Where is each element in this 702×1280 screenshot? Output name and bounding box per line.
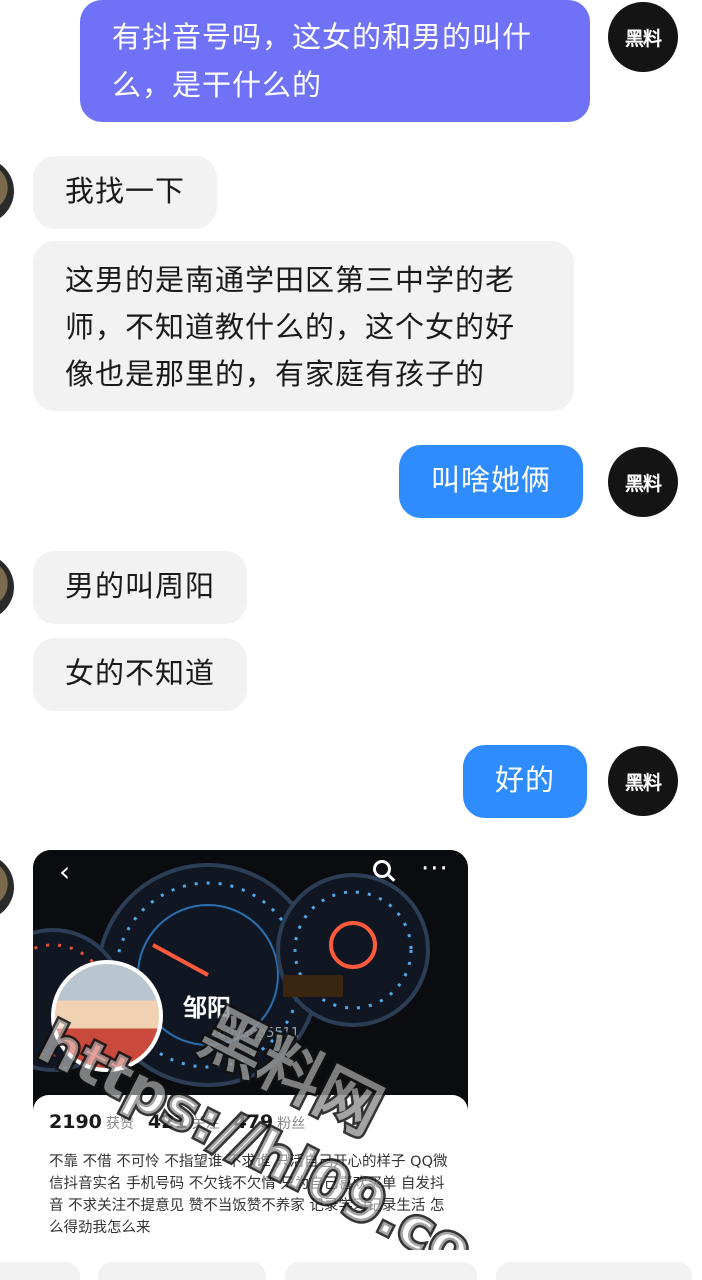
followers-count: 479 — [233, 1111, 274, 1133]
following-count: 421 — [147, 1111, 188, 1133]
search-icon[interactable] — [373, 860, 391, 878]
message-text: 男的叫周阳 — [65, 569, 216, 603]
chat-screen: 有抖音号吗，这女的和男的叫什么，是干什么的 黑料 我找一下 这男的是南通学田区第… — [0, 0, 702, 1280]
quick-reply-chip[interactable] — [98, 1262, 266, 1280]
likes-label: 获赞 — [105, 1116, 134, 1132]
peer-avatar[interactable] — [0, 854, 14, 920]
message-outgoing[interactable]: 有抖音号吗，这女的和男的叫什么，是干什么的 — [80, 0, 590, 122]
message-incoming[interactable]: 这男的是南通学田区第三中学的老师，不知道教什么的，这个女的好像也是那里的，有家庭… — [33, 241, 574, 411]
profile-topbar: ‹ ··· — [33, 850, 468, 894]
message-incoming[interactable]: 男的叫周阳 — [33, 551, 248, 624]
message-incoming[interactable]: 我找一下 — [33, 156, 218, 229]
message-text: 这男的是南通学田区第三中学的老师，不知道教什么的，这个女的好像也是那里的，有家庭… — [65, 263, 516, 391]
message-text: 有抖音号吗，这女的和男的叫什么，是干什么的 — [112, 20, 533, 102]
profile-bio: 不靠 不借 不可怜 不指望谁 不求谁 只活自己开心的样子 QQ微信抖音实名 手机… — [49, 1154, 448, 1236]
quick-reply-chip[interactable] — [496, 1262, 692, 1280]
self-avatar[interactable]: 黑料 — [608, 447, 678, 517]
profile-stats: 2190 获赞 421 关注 479 粉丝 — [49, 1111, 319, 1133]
more-icon[interactable]: ··· — [421, 854, 449, 884]
message-outgoing[interactable]: 好的 — [463, 745, 588, 818]
image-message[interactable]: ‹ ··· 邹阳 zouyang5511 2190 获赞 421 关注 479 … — [33, 850, 468, 1240]
message-text: 叫啥她俩 — [431, 463, 552, 497]
profile-name: 邹阳 — [183, 994, 231, 1022]
profile-avatar — [51, 960, 163, 1072]
profile-info-panel: 2190 获赞 421 关注 479 粉丝 不靠 不借 不可怜 不指望谁 不求谁… — [33, 1095, 468, 1240]
message-outgoing[interactable]: 叫啥她俩 — [399, 445, 584, 518]
self-avatar[interactable]: 黑料 — [608, 2, 678, 72]
quick-reply-chip[interactable] — [285, 1262, 477, 1280]
peer-avatar[interactable] — [0, 158, 14, 224]
following-label: 关注 — [191, 1116, 220, 1132]
message-text: 女的不知道 — [65, 656, 216, 690]
message-text: 好的 — [495, 763, 556, 797]
profile-handle: zouyang5511 — [211, 1026, 300, 1041]
quick-reply-bar — [0, 1262, 702, 1280]
peer-avatar[interactable] — [0, 554, 14, 620]
message-incoming[interactable]: 女的不知道 — [33, 638, 248, 711]
message-text: 我找一下 — [65, 174, 186, 208]
likes-count: 2190 — [49, 1111, 102, 1133]
self-avatar[interactable]: 黑料 — [608, 746, 678, 816]
followers-label: 粉丝 — [277, 1116, 306, 1132]
back-icon[interactable]: ‹ — [59, 858, 70, 886]
quick-reply-chip[interactable] — [0, 1262, 80, 1280]
